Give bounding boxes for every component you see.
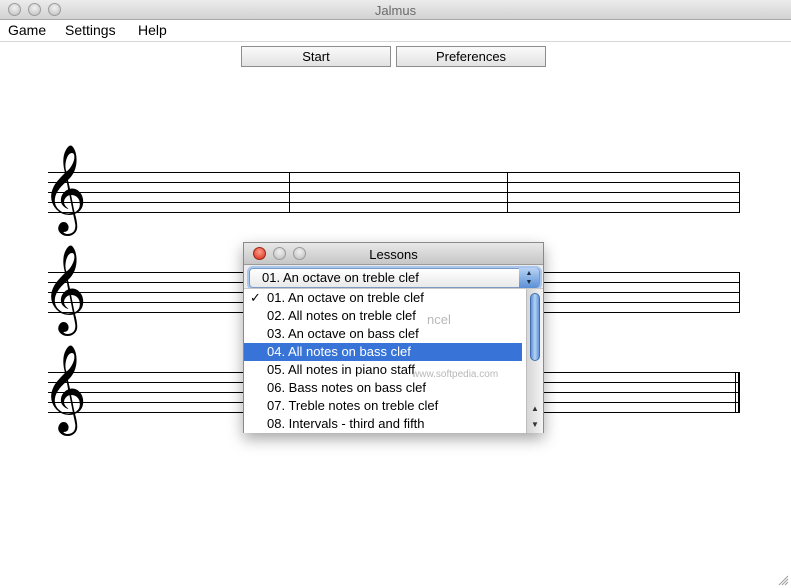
scroll-down-icon[interactable]: ▼ <box>527 418 543 432</box>
bar-line <box>739 172 740 213</box>
list-item[interactable]: 06. Bass notes on bass clef <box>244 379 522 397</box>
scrollbar-thumb[interactable] <box>530 293 540 361</box>
menu-settings[interactable]: Settings <box>65 22 116 38</box>
window-title: Jalmus <box>374 3 417 18</box>
staff-line <box>48 172 740 173</box>
staff-line <box>48 182 740 183</box>
lesson-select-value: 01. An octave on treble clef <box>262 270 419 285</box>
menu-bar: Game Settings Help <box>0 21 791 42</box>
treble-clef-icon: 𝄞 <box>42 343 87 432</box>
list-item[interactable]: 03. An octave on bass clef <box>244 325 522 343</box>
list-item-highlighted[interactable]: 04. All notes on bass clef <box>244 343 522 361</box>
jalmus-window: Jalmus Game Settings Help Start Preferen… <box>0 0 791 588</box>
bar-line <box>289 172 290 213</box>
staff-line <box>48 202 740 203</box>
treble-clef-icon: 𝄞 <box>42 143 87 232</box>
treble-clef-icon: 𝄞 <box>42 243 87 332</box>
scroll-up-icon[interactable]: ▲ <box>527 402 543 416</box>
staff-line <box>48 212 740 213</box>
window-titlebar[interactable]: Jalmus <box>0 0 791 20</box>
bar-line <box>735 372 736 413</box>
menu-game[interactable]: Game <box>8 22 46 38</box>
list-item[interactable]: 07. Treble notes on treble clef <box>244 397 522 415</box>
resize-grip-icon[interactable] <box>777 574 789 586</box>
list-item[interactable]: 08. Intervals - third and fifth <box>244 415 522 433</box>
list-scrollbar[interactable]: ▲ ▼ <box>526 289 543 433</box>
dialog-titlebar[interactable]: Lessons <box>244 243 543 265</box>
staff-1 <box>48 172 740 213</box>
list-item[interactable]: ✓ 01. An octave on treble clef <box>244 289 522 307</box>
lessons-dialog: Lessons 01. An octave on treble clef ▲ ▼ … <box>243 242 544 433</box>
final-bar-line <box>738 372 740 413</box>
menu-help[interactable]: Help <box>138 22 167 38</box>
start-button[interactable]: Start <box>241 46 391 67</box>
bar-line <box>739 272 740 313</box>
lesson-select[interactable]: 01. An octave on treble clef ▲ ▼ <box>249 268 540 288</box>
preferences-button[interactable]: Preferences <box>396 46 546 67</box>
list-item[interactable]: 02. All notes on treble clef <box>244 307 522 325</box>
up-down-arrows-icon: ▲ ▼ <box>519 268 539 288</box>
lesson-list: ncel SOFTPEDIA www.softpedia.com ✓ 01. A… <box>244 288 543 433</box>
staff-line <box>48 192 740 193</box>
checkmark-icon: ✓ <box>250 290 261 305</box>
bar-line <box>507 172 508 213</box>
list-item[interactable]: 05. All notes in piano staff <box>244 361 522 379</box>
dialog-title: Lessons <box>369 247 418 262</box>
